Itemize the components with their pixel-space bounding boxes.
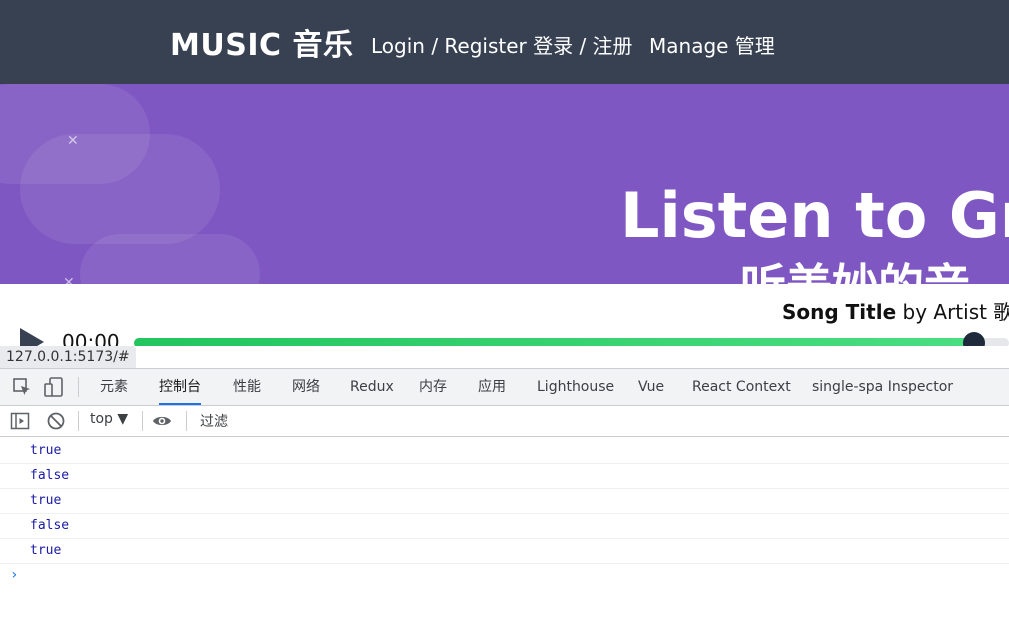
play-icon[interactable] bbox=[20, 328, 44, 346]
device-toolbar-icon[interactable] bbox=[44, 377, 64, 397]
music-player: Song Title by Artist 歌手 00:00 bbox=[0, 284, 1009, 346]
console-log-value: true bbox=[30, 493, 62, 508]
console-filter-input[interactable] bbox=[196, 408, 1009, 436]
hero-banner: ✕ ✕ Listen to Grea 听美妙的音 bbox=[0, 84, 1009, 284]
console-prompt[interactable]: › bbox=[10, 567, 18, 583]
devtools-tab[interactable]: single-spa Inspector bbox=[812, 369, 953, 405]
console-log-row: true bbox=[0, 539, 1009, 564]
devtools-tab[interactable]: 性能 bbox=[233, 369, 261, 405]
clear-console-icon[interactable] bbox=[46, 411, 66, 431]
eye-icon[interactable] bbox=[152, 411, 172, 431]
divider bbox=[186, 411, 187, 431]
devtools-tab[interactable]: React Context bbox=[692, 369, 791, 405]
devtools-tab[interactable]: Redux bbox=[350, 369, 394, 405]
devtools-tab[interactable]: 网络 bbox=[292, 369, 320, 405]
manage-link[interactable]: Manage 管理 bbox=[649, 30, 775, 59]
sidebar-toggle-icon[interactable] bbox=[10, 411, 30, 431]
console-log-row: false bbox=[0, 464, 1009, 489]
status-url: 127.0.0.1:5173/# bbox=[0, 346, 136, 368]
console-log-value: true bbox=[30, 543, 62, 558]
hero-decor-cross-icon: ✕ bbox=[67, 132, 79, 148]
hero-decor-cross-icon: ✕ bbox=[63, 274, 75, 284]
devtools-tab[interactable]: 内存 bbox=[419, 369, 447, 405]
console-log-row: true bbox=[0, 439, 1009, 464]
divider bbox=[142, 411, 143, 431]
divider bbox=[78, 411, 79, 431]
hero-decor-shape bbox=[80, 234, 260, 284]
devtools-tab[interactable]: 应用 bbox=[478, 369, 506, 405]
login-register-link[interactable]: Login / Register 登录 / 注册 bbox=[371, 30, 633, 59]
console-log-value: true bbox=[30, 443, 62, 458]
console-log-row: true bbox=[0, 489, 1009, 514]
console-log-row: false bbox=[0, 514, 1009, 539]
hero-subtitle: 听美妙的音 bbox=[740, 250, 970, 284]
current-time: 00:00 bbox=[62, 330, 120, 346]
devtools-tab[interactable]: 控制台 bbox=[159, 369, 201, 405]
devtools-tabbar: 元素 控制台 性能 网络 Redux 内存 应用 Lighthouse Vue React Con… bbox=[0, 369, 1009, 406]
song-title: Song Title bbox=[782, 300, 897, 324]
console-log-value: false bbox=[30, 468, 70, 483]
progress-fill bbox=[134, 338, 974, 346]
brand-logo[interactable]: MUSIC 音乐 bbox=[170, 20, 353, 64]
inspect-element-icon[interactable] bbox=[12, 377, 32, 397]
devtools-tab[interactable]: Vue bbox=[638, 369, 664, 405]
hero-title: Listen to Grea bbox=[620, 179, 1009, 252]
console-toolbar: top ▼ bbox=[0, 406, 1009, 437]
hero-decor-shape bbox=[20, 134, 220, 244]
devtools-tab[interactable]: 元素 bbox=[100, 369, 128, 405]
devtools-panel: 元素 控制台 性能 网络 Redux 内存 应用 Lighthouse Vue React Con… bbox=[0, 368, 1009, 630]
progress-bar[interactable] bbox=[134, 332, 1009, 346]
progress-scrubber[interactable] bbox=[963, 332, 985, 346]
top-navbar: MUSIC 音乐 Login / Register 登录 / 注册 Manage… bbox=[0, 0, 1009, 84]
song-artist: by Artist 歌手 bbox=[902, 300, 1009, 324]
divider bbox=[78, 377, 79, 397]
console-log-value: false bbox=[30, 518, 70, 533]
now-playing: Song Title by Artist 歌手 bbox=[782, 296, 1009, 325]
devtools-tab[interactable]: Lighthouse bbox=[537, 369, 614, 405]
context-selector[interactable]: top ▼ bbox=[90, 411, 128, 427]
